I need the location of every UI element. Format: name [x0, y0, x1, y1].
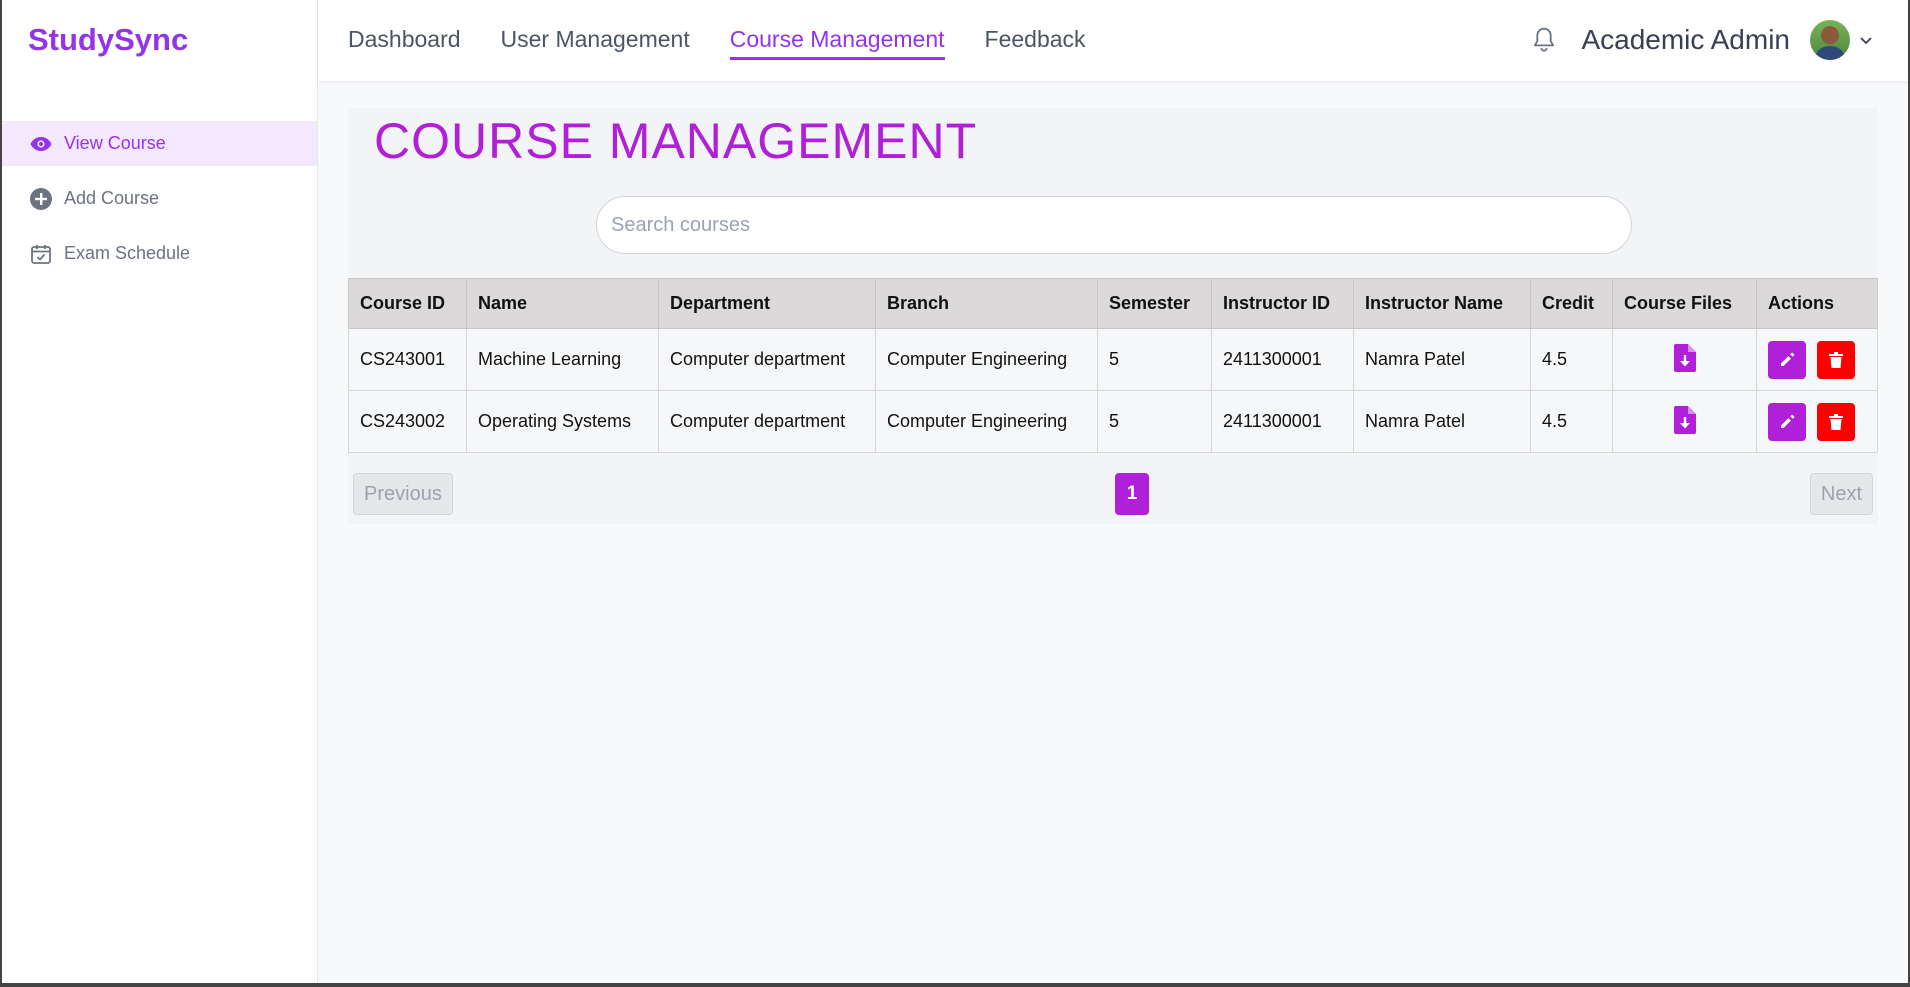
delete-button[interactable]	[1817, 402, 1856, 441]
cell-branch: Computer Engineering	[875, 328, 1098, 391]
search-input[interactable]	[596, 196, 1632, 254]
nav-dashboard[interactable]: Dashboard	[348, 26, 461, 60]
sidebar: StudySync View Course Add Course Exam Sc…	[2, 0, 318, 983]
sidebar-item-add-course[interactable]: Add Course	[2, 176, 317, 221]
trash-icon	[1829, 351, 1844, 368]
cell-branch: Computer Engineering	[875, 390, 1098, 453]
column-header[interactable]: Department	[658, 278, 876, 329]
cell-actions	[1756, 390, 1878, 453]
user-area: Academic Admin	[1529, 20, 1874, 60]
sidebar-item-exam-schedule[interactable]: Exam Schedule	[2, 231, 317, 276]
cell-department: Computer department	[658, 390, 876, 453]
course-panel: COURSE MANAGEMENT Course ID Name Departm…	[348, 108, 1878, 524]
column-header[interactable]: Branch	[875, 278, 1098, 329]
file-download-icon[interactable]	[1672, 343, 1698, 373]
table-row: CS243002 Operating Systems Computer depa…	[348, 390, 1878, 453]
column-header[interactable]: Course Files	[1612, 278, 1757, 329]
avatar[interactable]	[1810, 20, 1850, 60]
cell-actions	[1756, 328, 1878, 391]
column-header[interactable]: Instructor ID	[1211, 278, 1354, 329]
edit-button[interactable]	[1768, 340, 1806, 379]
chevron-down-icon[interactable]	[1858, 32, 1874, 48]
column-header[interactable]: Credit	[1530, 278, 1613, 329]
cell-semester: 5	[1097, 390, 1212, 453]
cell-course-files	[1612, 390, 1757, 453]
cell-course-id: CS243001	[348, 328, 467, 391]
sidebar-menu: View Course Add Course Exam Schedule	[2, 121, 317, 286]
top-navbar: Dashboard User Management Course Managem…	[318, 0, 1908, 81]
page-number-button[interactable]: 1	[1115, 473, 1149, 515]
sidebar-item-view-course[interactable]: View Course	[2, 121, 317, 166]
nav-feedback[interactable]: Feedback	[985, 26, 1086, 60]
cell-instructor-id: 2411300001	[1211, 390, 1354, 453]
bell-icon[interactable]	[1529, 25, 1559, 55]
pagination: Previous 1 Next	[348, 473, 1878, 517]
table-header-row: Course ID Name Department Branch Semeste…	[348, 278, 1878, 329]
app-window: StudySync View Course Add Course Exam Sc…	[0, 0, 1910, 987]
nav-course-management[interactable]: Course Management	[729, 26, 945, 60]
cell-semester: 5	[1097, 328, 1212, 391]
pencil-icon	[1781, 352, 1795, 366]
plus-circle-icon	[28, 186, 54, 212]
sidebar-item-label: Add Course	[64, 188, 160, 208]
calendar-check-icon	[28, 241, 54, 267]
cell-course-id: CS243002	[348, 390, 467, 453]
column-header[interactable]: Instructor Name	[1353, 278, 1531, 329]
previous-page-button[interactable]: Previous	[353, 473, 453, 515]
cell-department: Computer department	[658, 328, 876, 391]
sidebar-item-label: View Course	[64, 133, 166, 153]
delete-button[interactable]	[1817, 340, 1856, 379]
edit-button[interactable]	[1768, 402, 1806, 441]
cell-credit: 4.5	[1530, 328, 1613, 391]
cell-instructor-name: Namra Patel	[1353, 390, 1531, 453]
courses-table: Course ID Name Department Branch Semeste…	[348, 278, 1878, 453]
cell-course-files	[1612, 328, 1757, 391]
column-header[interactable]: Course ID	[348, 278, 467, 329]
nav-user-management[interactable]: User Management	[501, 26, 690, 60]
pencil-icon	[1781, 414, 1795, 428]
user-name[interactable]: Academic Admin	[1581, 24, 1790, 56]
column-header[interactable]: Name	[466, 278, 659, 329]
cell-name: Operating Systems	[466, 390, 659, 453]
column-header[interactable]: Semester	[1097, 278, 1212, 329]
sidebar-item-label: Exam Schedule	[64, 243, 191, 263]
cell-instructor-name: Namra Patel	[1353, 328, 1531, 391]
cell-credit: 4.5	[1530, 390, 1613, 453]
table-row: CS243001 Machine Learning Computer depar…	[348, 328, 1878, 391]
cell-instructor-id: 2411300001	[1211, 328, 1354, 391]
page-title: COURSE MANAGEMENT	[374, 113, 978, 169]
main-nav: Dashboard User Management Course Managem…	[348, 26, 1086, 60]
next-page-button[interactable]: Next	[1809, 473, 1873, 515]
eye-icon	[28, 131, 54, 157]
column-header[interactable]: Actions	[1756, 278, 1878, 329]
file-download-icon[interactable]	[1672, 405, 1698, 435]
trash-icon	[1829, 413, 1844, 430]
cell-name: Machine Learning	[466, 328, 659, 391]
brand-logo[interactable]: StudySync	[28, 22, 188, 58]
